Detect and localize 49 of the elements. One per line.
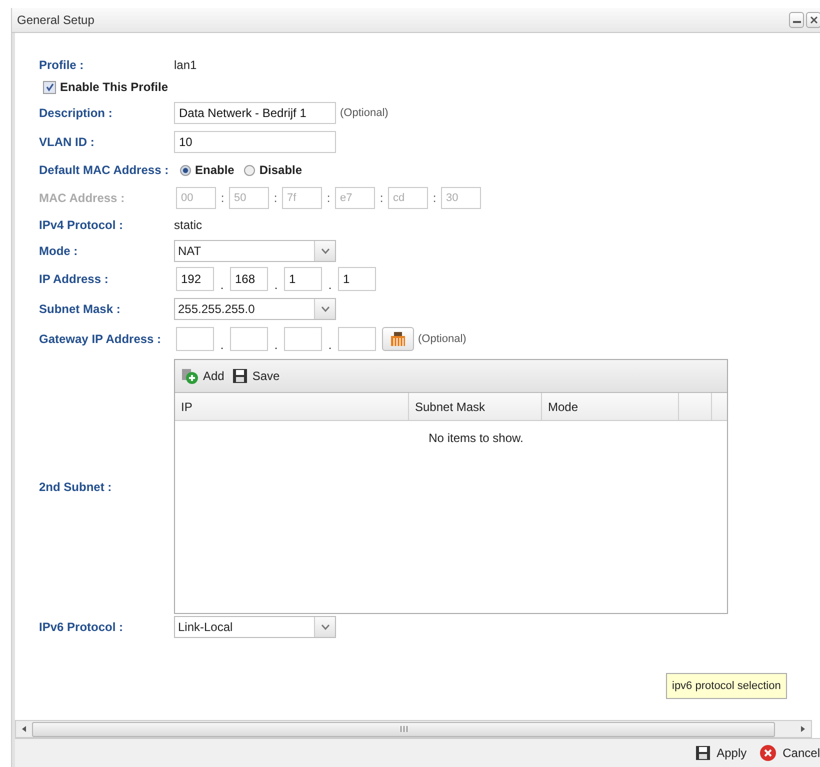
field-label: VLAN ID : bbox=[39, 135, 96, 149]
field-label: MAC Address : bbox=[39, 191, 126, 205]
optional-hint: (Optional) bbox=[418, 333, 466, 345]
separator-text: : bbox=[272, 191, 278, 205]
column-header[interactable]: Subnet Mask bbox=[409, 393, 542, 420]
separator-text: . bbox=[327, 339, 333, 351]
separator-text: . bbox=[219, 279, 225, 291]
field-label: Gateway IP Address : bbox=[39, 332, 162, 346]
column-header[interactable]: IP bbox=[175, 393, 409, 420]
separator-text: . bbox=[327, 279, 333, 291]
ip-octet-field[interactable]: 192 bbox=[176, 267, 214, 291]
field-label: Default MAC Address : bbox=[39, 163, 170, 177]
mode-dropdown[interactable]: NAT bbox=[174, 240, 336, 262]
save-button[interactable]: Save bbox=[232, 368, 280, 384]
checkbox-label: Enable This Profile bbox=[60, 80, 168, 94]
profile-value: lan1 bbox=[174, 58, 197, 72]
ip-octet-field[interactable]: 1 bbox=[338, 267, 376, 291]
field-label: Profile : bbox=[39, 58, 85, 72]
vlan-id-field[interactable]: 10 bbox=[174, 131, 336, 153]
separator-text: : bbox=[220, 191, 226, 205]
description-field[interactable]: Data Netwerk - Bedrijf 1 bbox=[174, 102, 336, 124]
subnet-mask-dropdown[interactable]: 255.255.255.0 bbox=[174, 298, 336, 320]
field-label: IP Address : bbox=[39, 272, 110, 286]
separator-text: . bbox=[219, 339, 225, 351]
field-label: Subnet Mask : bbox=[39, 302, 122, 316]
empty-message: No items to show. bbox=[428, 431, 524, 447]
field-label: Description : bbox=[39, 106, 114, 120]
field-label: IPv6 Protocol : bbox=[39, 620, 124, 634]
separator-text: : bbox=[432, 191, 438, 205]
field-label: Mode : bbox=[39, 244, 79, 258]
tooltip: ipv6 protocol selection bbox=[666, 673, 787, 699]
field-label: IPv4 Protocol : bbox=[39, 218, 124, 232]
separator-text: . bbox=[273, 339, 279, 351]
add-button[interactable]: Add bbox=[181, 367, 224, 385]
cancel-button[interactable]: Cancel bbox=[758, 744, 820, 762]
column-header[interactable]: Mode bbox=[542, 393, 679, 420]
separator-text: . bbox=[273, 279, 279, 291]
ipv4-protocol-value: static bbox=[174, 218, 202, 232]
window-title: General Setup bbox=[16, 13, 94, 27]
ipv6-protocol-dropdown[interactable]: Link-Local bbox=[174, 616, 336, 638]
field-label: 2nd Subnet : bbox=[39, 480, 113, 494]
ip-octet-field[interactable]: 168 bbox=[230, 267, 268, 291]
separator-text: : bbox=[378, 191, 384, 205]
separator-text: : bbox=[326, 191, 332, 205]
ip-octet-field[interactable]: 1 bbox=[284, 267, 322, 291]
optional-hint: (Optional) bbox=[340, 107, 388, 119]
apply-button[interactable]: Apply bbox=[694, 745, 747, 761]
radio-label: Disable bbox=[259, 163, 302, 177]
radio-label: Enable bbox=[195, 163, 234, 177]
